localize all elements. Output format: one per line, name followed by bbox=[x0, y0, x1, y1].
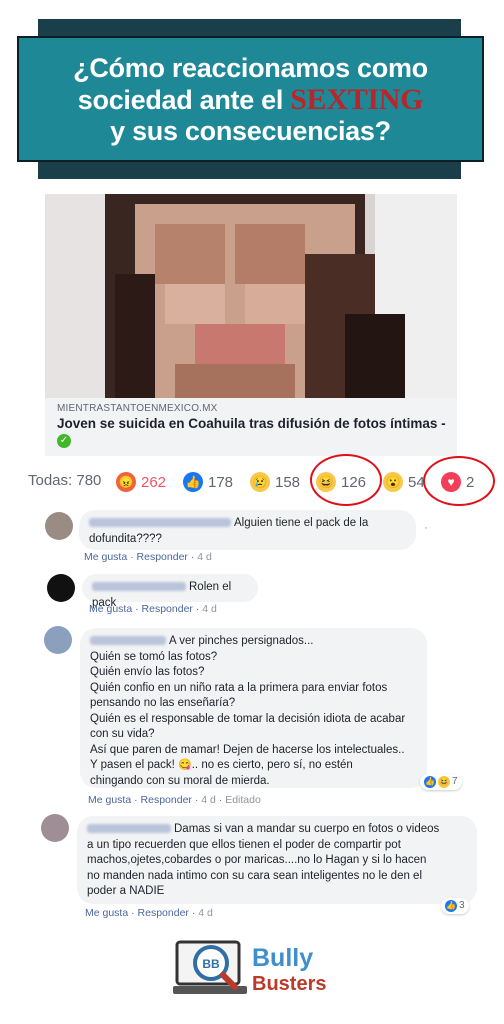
avatar[interactable] bbox=[47, 574, 75, 602]
sad-icon: 😢 bbox=[250, 472, 270, 492]
blurred-author-name[interactable] bbox=[89, 518, 231, 528]
comment-line: .. no es cierto, pero sí, no estén bbox=[191, 759, 353, 771]
reply-link[interactable]: Responder bbox=[141, 794, 192, 806]
comment-bubble: A ver pinches persignados... Quién se to… bbox=[80, 628, 427, 788]
reaction-total: 3 bbox=[459, 900, 465, 911]
comment-line: Así que paren de mamar! Dejen de hacerse… bbox=[90, 743, 405, 756]
comment-reaction-count[interactable]: 👍 3 bbox=[441, 898, 469, 914]
reaction-tab-sad[interactable]: 😢 158 bbox=[250, 472, 300, 492]
link-domain[interactable]: MIENTRASTANTOENMEXICO.MX bbox=[57, 403, 218, 414]
logo-word-busters: Busters bbox=[252, 973, 327, 995]
comment-line: chingando con su moral de mierda. bbox=[90, 774, 270, 787]
timestamp: 4 d bbox=[197, 551, 212, 563]
comment-actions: Me gusta · Responder · 4 d bbox=[89, 603, 217, 615]
blurred-author-name[interactable] bbox=[87, 824, 171, 834]
like-icon: 👍 bbox=[445, 900, 457, 912]
banner-line-2-text: sociedad ante el bbox=[77, 85, 291, 115]
reaction-count: 262 bbox=[141, 473, 167, 491]
blurred-author-name[interactable] bbox=[92, 582, 186, 592]
highlight-circle-love bbox=[423, 456, 495, 506]
timestamp: 4 d bbox=[202, 603, 217, 615]
highlight-circle-haha bbox=[310, 454, 382, 506]
wow-icon: 😮 bbox=[383, 472, 403, 492]
reaction-total: 7 bbox=[452, 776, 458, 787]
verified-check-icon: ✓ bbox=[57, 434, 71, 448]
comment-reaction-count[interactable]: 👍 😆 7 bbox=[420, 774, 462, 790]
like-link[interactable]: Me gusta bbox=[89, 603, 132, 615]
comment-line: Y pasen el pack! bbox=[90, 759, 175, 771]
timestamp: 4 d bbox=[198, 907, 213, 919]
comment-line: Quién se tomó las fotos? bbox=[90, 650, 218, 663]
reaction-count: 178 bbox=[208, 473, 234, 491]
comment-line: con su vida? bbox=[90, 728, 155, 740]
emoji-icon: 😋 bbox=[178, 759, 192, 771]
haha-icon: 😆 bbox=[438, 776, 450, 788]
comment-line: a un tipo recuerden que ellos tienen el … bbox=[87, 838, 401, 851]
reaction-tab-all[interactable]: Todas: 780 bbox=[28, 472, 101, 489]
comment-line: Quién es el responsable de tomar la deci… bbox=[90, 712, 406, 725]
pixelated-photo bbox=[45, 194, 457, 398]
banner-line-3: y sus consecuencias? bbox=[110, 116, 391, 146]
reaction-count: 158 bbox=[275, 473, 301, 491]
angry-icon: 😠 bbox=[116, 472, 136, 492]
reaction-all-label: Todas: 780 bbox=[28, 472, 102, 489]
comment-bubble: Rolen el pack bbox=[82, 574, 258, 609]
comment-line: no manden nada intimo con su cara sean i… bbox=[87, 869, 423, 882]
blurred-author-name[interactable] bbox=[90, 636, 166, 646]
laptop-magnifier-icon: BB bbox=[173, 940, 247, 994]
logo-word-bully: Bully bbox=[252, 944, 314, 972]
comment-line: poder a NADIE bbox=[87, 885, 165, 897]
comment-actions: Me gusta · Responder · 4 d · Editado bbox=[88, 794, 261, 806]
link-headline[interactable]: Joven se suicida en Coahuila tras difusi… bbox=[57, 416, 452, 431]
shared-link-card[interactable]: MIENTRASTANTOENMEXICO.MX Joven se suicid… bbox=[45, 194, 457, 456]
comment-line: pensando no las enseñaría? bbox=[90, 697, 236, 709]
title-banner: ¿Cómo reaccionamos como sociedad ante el… bbox=[17, 36, 484, 162]
like-link[interactable]: Me gusta bbox=[88, 794, 131, 806]
sexting-highlight: SEXTING bbox=[290, 83, 424, 116]
comment-text-cont: dofundita???? bbox=[89, 532, 162, 545]
reaction-tab-like[interactable]: 👍 178 bbox=[183, 472, 233, 492]
like-icon: 👍 bbox=[183, 472, 203, 492]
comment-bubble: Alguien tiene el pack de la dofundita???… bbox=[79, 510, 416, 550]
comment-actions: Me gusta · Responder · 4 d bbox=[84, 551, 212, 563]
bully-busters-logo: BB Bully Busters bbox=[173, 938, 333, 1004]
comment-line: A ver pinches persignados... bbox=[169, 635, 314, 647]
logo-badge: BB bbox=[202, 957, 220, 971]
comment-bubble: Damas si van a mandar su cuerpo en fotos… bbox=[77, 816, 477, 904]
avatar[interactable] bbox=[44, 626, 72, 654]
timestamp: 4 d bbox=[201, 794, 216, 806]
comment-line: Quién envío las fotos? bbox=[90, 666, 205, 678]
avatar[interactable] bbox=[45, 512, 73, 540]
reply-link[interactable]: Responder bbox=[137, 551, 188, 563]
banner-line-2: sociedad ante el SEXTING bbox=[19, 84, 482, 116]
like-icon: 👍 bbox=[424, 776, 436, 788]
comment-line: Quién confio en un niño rata a la primer… bbox=[90, 681, 388, 694]
like-link[interactable]: Me gusta bbox=[84, 551, 127, 563]
reaction-tab-angry[interactable]: 😠 262 bbox=[116, 472, 166, 492]
comment-actions: Me gusta · Responder · 4 d bbox=[85, 907, 213, 919]
banner-line-1: ¿Cómo reaccionamos como bbox=[73, 53, 428, 83]
like-link[interactable]: Me gusta bbox=[85, 907, 128, 919]
reply-link[interactable]: Responder bbox=[138, 907, 189, 919]
edited-label: Editado bbox=[225, 794, 261, 806]
reply-link[interactable]: Responder bbox=[142, 603, 193, 615]
avatar[interactable] bbox=[41, 814, 69, 842]
comment-text: Alguien tiene el pack de la bbox=[234, 517, 369, 529]
comment-line: Damas si van a mandar su cuerpo en fotos… bbox=[174, 823, 440, 835]
more-options-icon[interactable]: · bbox=[424, 520, 428, 534]
reaction-tab-wow[interactable]: 😮 54 bbox=[383, 472, 425, 492]
comment-line: machos,ojetes,cobardes o por maricas....… bbox=[87, 854, 427, 866]
